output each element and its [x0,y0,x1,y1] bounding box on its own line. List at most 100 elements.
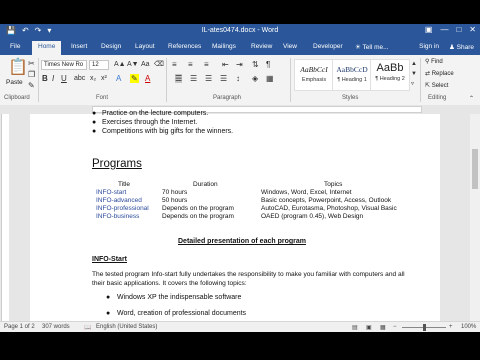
subscript-icon[interactable]: x₂ [90,74,96,83]
style-heading-2-name: ¶ Heading 2 [375,76,405,82]
copy-icon[interactable]: ❐ [28,70,35,79]
read-mode-icon[interactable]: ▤ [352,324,358,331]
underline-icon[interactable]: U [61,74,67,83]
shrink-font-icon[interactable]: A▼ [127,60,139,69]
tab-references[interactable]: References [168,43,201,50]
select-button[interactable]: ⇱ Select [425,82,448,89]
font-group-label: Font [96,95,109,101]
strikethrough-icon[interactable]: abc [74,74,85,83]
tab-layout[interactable]: Layout [135,43,155,50]
bullets-icon[interactable]: ≡ [172,60,177,69]
minimize-icon[interactable]: — [440,25,448,34]
clear-formatting-icon[interactable]: ⌫ [154,60,164,69]
zoom-out-icon[interactable]: − [393,324,397,330]
intro-paragraph: The tested program Info-start fully unde… [92,271,405,287]
share-button[interactable]: ♟ Share [449,43,474,51]
align-left-icon[interactable]: ☰ [175,74,183,83]
proofing-icon[interactable]: 📖 [84,324,91,331]
numbering-icon[interactable]: ≡ [188,60,193,69]
tell-me-box[interactable]: ☀ Tell me... [355,43,389,51]
document-page[interactable]: ● Practice on the lecture computers. ● E… [30,110,440,321]
font-size-select[interactable]: 12 [89,60,109,70]
style-heading-1-name: ¶ Heading 1 [337,77,367,83]
word-count[interactable]: 307 words [42,324,70,330]
style-heading-2[interactable]: AaBb ¶ Heading 2 [370,59,410,91]
programs-heading: Programs [92,158,142,170]
bullet-text: Word, creation of professional documents [117,310,247,317]
justify-icon[interactable]: ☰ [220,74,227,83]
tab-mailings[interactable]: Mailings [212,43,236,50]
tab-home[interactable]: Home [32,41,62,55]
bullet: ● [92,128,97,135]
line-spacing-icon[interactable]: ↕ [236,74,240,83]
highlight-icon[interactable]: ✎ [130,74,139,83]
italic-icon[interactable]: I [52,74,54,83]
bold-icon[interactable]: B [42,74,48,83]
style-heading-1[interactable]: AaBbCcD ¶ Heading 1 [332,59,372,91]
style-emphasis-sample: AaBbCcI [300,65,328,74]
print-layout-icon[interactable]: ▣ [366,324,372,331]
tab-developer[interactable]: Developer [313,43,343,50]
tab-design[interactable]: Design [101,43,121,50]
table-cell-duration: Depends on the program [162,205,234,212]
replace-label: Replace [431,71,454,77]
collapse-ribbon-icon[interactable]: ⌃ [469,95,474,104]
sort-icon[interactable]: ⇅ [252,60,259,69]
paste-label[interactable]: Paste [6,79,23,86]
grow-font-icon[interactable]: A▲ [114,60,126,69]
tab-review[interactable]: Review [251,43,272,50]
multilevel-list-icon[interactable]: ≡ [204,60,209,69]
styles-scroll-down-icon[interactable]: ▼ [411,70,417,79]
web-layout-icon[interactable]: ▦ [380,324,386,331]
styles-more-icon[interactable]: ▿ [411,80,414,89]
font-name-select[interactable]: Times New Ro [41,60,87,70]
format-painter-icon[interactable]: ✎ [28,81,35,90]
separator [290,58,291,102]
zoom-level[interactable]: 100% [461,324,476,330]
bullet: ● [92,110,97,117]
language[interactable]: English (United States) [96,324,157,330]
decrease-indent-icon[interactable]: ⇤ [222,60,229,69]
tab-view[interactable]: View [283,43,297,50]
window-title: IL-ates0474.docx - Word [201,27,279,34]
vertical-ruler[interactable] [0,114,9,321]
scrollbar-thumb[interactable] [472,149,478,189]
ribbon-options-icon[interactable]: ▣ [425,25,433,34]
change-case-icon[interactable]: Aa [141,60,150,69]
style-emphasis[interactable]: AaBbCcI Emphasis [294,59,334,91]
cut-icon[interactable]: ✂ [28,59,35,68]
zoom-slider-thumb[interactable] [423,324,426,331]
increase-indent-icon[interactable]: ⇥ [236,60,243,69]
zoom-in-icon[interactable]: + [449,324,453,330]
align-right-icon[interactable]: ☰ [205,74,212,83]
select-icon: ⇱ [425,83,431,89]
align-center-icon[interactable]: ☰ [190,74,197,83]
style-heading-1-sample: AaBbCcD [336,65,368,74]
replace-button[interactable]: ⇄ Replace [425,70,454,77]
pilcrow-icon[interactable]: ¶ [266,60,270,69]
sign-in-link[interactable]: Sign in [419,43,439,51]
account-area: Sign in ♟ Share [419,43,474,51]
table-cell-topics: Windows, Word, Excel, Internet [261,189,352,196]
styles-scroll-up-icon[interactable]: ▲ [411,60,417,69]
shading-icon[interactable]: ◈ [252,74,258,83]
tab-insert[interactable]: Insert [71,43,87,50]
superscript-icon[interactable]: x² [101,74,107,83]
vertical-scrollbar[interactable] [470,114,480,321]
font-color-icon[interactable]: A [145,74,150,83]
tell-me-label: Tell me... [362,44,389,51]
find-button[interactable]: ⚲ Find [425,58,443,65]
text-effects-icon[interactable]: A [116,74,121,83]
paste-icon[interactable]: 📋 [8,59,28,77]
maximize-icon[interactable]: □ [456,25,461,34]
horizontal-ruler[interactable] [0,105,480,114]
table-cell-duration: 70 hours [162,189,188,196]
styles-group-label: Styles [342,95,359,101]
table-header-topics: Topics [324,181,343,188]
page-count[interactable]: Page 1 of 2 [4,324,35,330]
table-header-duration: Duration [193,181,218,188]
close-icon[interactable]: ✕ [469,25,476,34]
tab-file[interactable]: File [10,43,20,50]
black-border-top [0,0,480,24]
borders-icon[interactable]: ▦ [266,74,274,83]
